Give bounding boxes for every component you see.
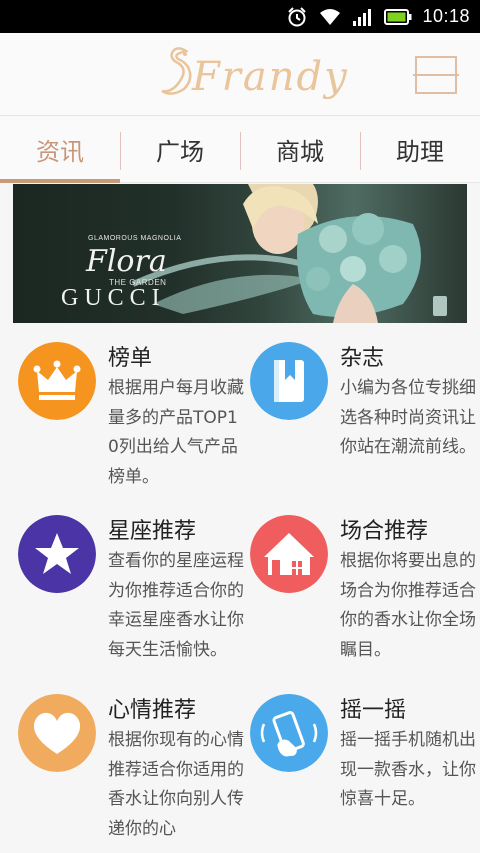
tab-assistant[interactable]: 助理 <box>360 116 480 182</box>
tab-bar: 资讯 广场 商城 助理 <box>0 115 480 183</box>
feature-description: 查看你的星座运程为你推荐适合你的幸运星座香水让你每天生活愉快。 <box>108 551 244 660</box>
feature-mood[interactable]: 心情推荐 根据你现有的心情推荐适合你适用的香水让你向别人传递你的心 <box>18 692 248 842</box>
status-bar: 10:18 <box>0 0 480 33</box>
crown-icon <box>18 342 96 420</box>
promo-banner[interactable]: GLAMOROUS MAGNOLIA Flora THE GARDEN GUCC… <box>13 184 467 323</box>
feature-title: 星座推荐 <box>108 519 197 544</box>
menu-icon[interactable] <box>413 55 459 95</box>
tab-square[interactable]: 广场 <box>120 116 240 182</box>
clock-time: 10:18 <box>422 6 470 26</box>
signal-icon <box>353 8 372 26</box>
feature-ranking[interactable]: 榜单 根据用户每月收藏量多的产品TOP10列出给人气产品榜单。 <box>18 340 248 490</box>
app-logo: Frandy <box>158 45 347 105</box>
heart-icon <box>18 694 96 772</box>
feature-description: 根据你将要出息的场合为你推荐适合你的香水让你全场瞩目。 <box>340 551 476 660</box>
feature-horoscope[interactable]: 星座推荐 查看你的星座运程为你推荐适合你的幸运星座香水让你每天生活愉快。 <box>18 513 248 688</box>
feature-description: 小编为各位专挑细选各种时尚资讯让你站在潮流前线。 <box>340 378 476 457</box>
bookmark-book-icon <box>250 342 328 420</box>
tab-news[interactable]: 资讯 <box>0 116 120 183</box>
feature-description: 根据你现有的心情推荐适合你适用的香水让你向别人传递你的心 <box>108 730 244 839</box>
alarm-icon <box>288 6 307 26</box>
feature-title: 杂志 <box>340 346 385 371</box>
tab-mall[interactable]: 商城 <box>240 116 360 182</box>
feature-title: 榜单 <box>108 346 153 371</box>
feature-title: 场合推荐 <box>340 519 429 544</box>
banner-tagline: GLAMOROUS MAGNOLIA <box>88 235 182 242</box>
feature-shake[interactable]: 摇一摇 摇一摇手机随机出现一款香水，让你惊喜十足。 <box>250 692 480 842</box>
star-icon <box>18 515 96 593</box>
banner-brand: GUCCI <box>61 285 166 311</box>
battery-icon <box>384 8 412 25</box>
feature-title: 心情推荐 <box>108 698 197 723</box>
logo-text: Frandy <box>192 54 349 100</box>
shake-phone-icon <box>250 694 328 772</box>
feature-magazine[interactable]: 杂志 小编为各位专挑细选各种时尚资讯让你站在潮流前线。 <box>250 340 480 490</box>
feature-description: 摇一摇手机随机出现一款香水，让你惊喜十足。 <box>340 730 476 809</box>
feature-occasion[interactable]: 场合推荐 根据你将要出息的场合为你推荐适合你的香水让你全场瞩目。 <box>250 513 480 663</box>
house-icon <box>250 515 328 593</box>
feature-description: 根据用户每月收藏量多的产品TOP10列出给人气产品榜单。 <box>108 378 244 487</box>
feature-title: 摇一摇 <box>340 698 407 723</box>
wifi-icon <box>320 8 341 25</box>
app-header: Frandy <box>0 33 480 115</box>
banner-product-name: Flora <box>86 244 167 279</box>
